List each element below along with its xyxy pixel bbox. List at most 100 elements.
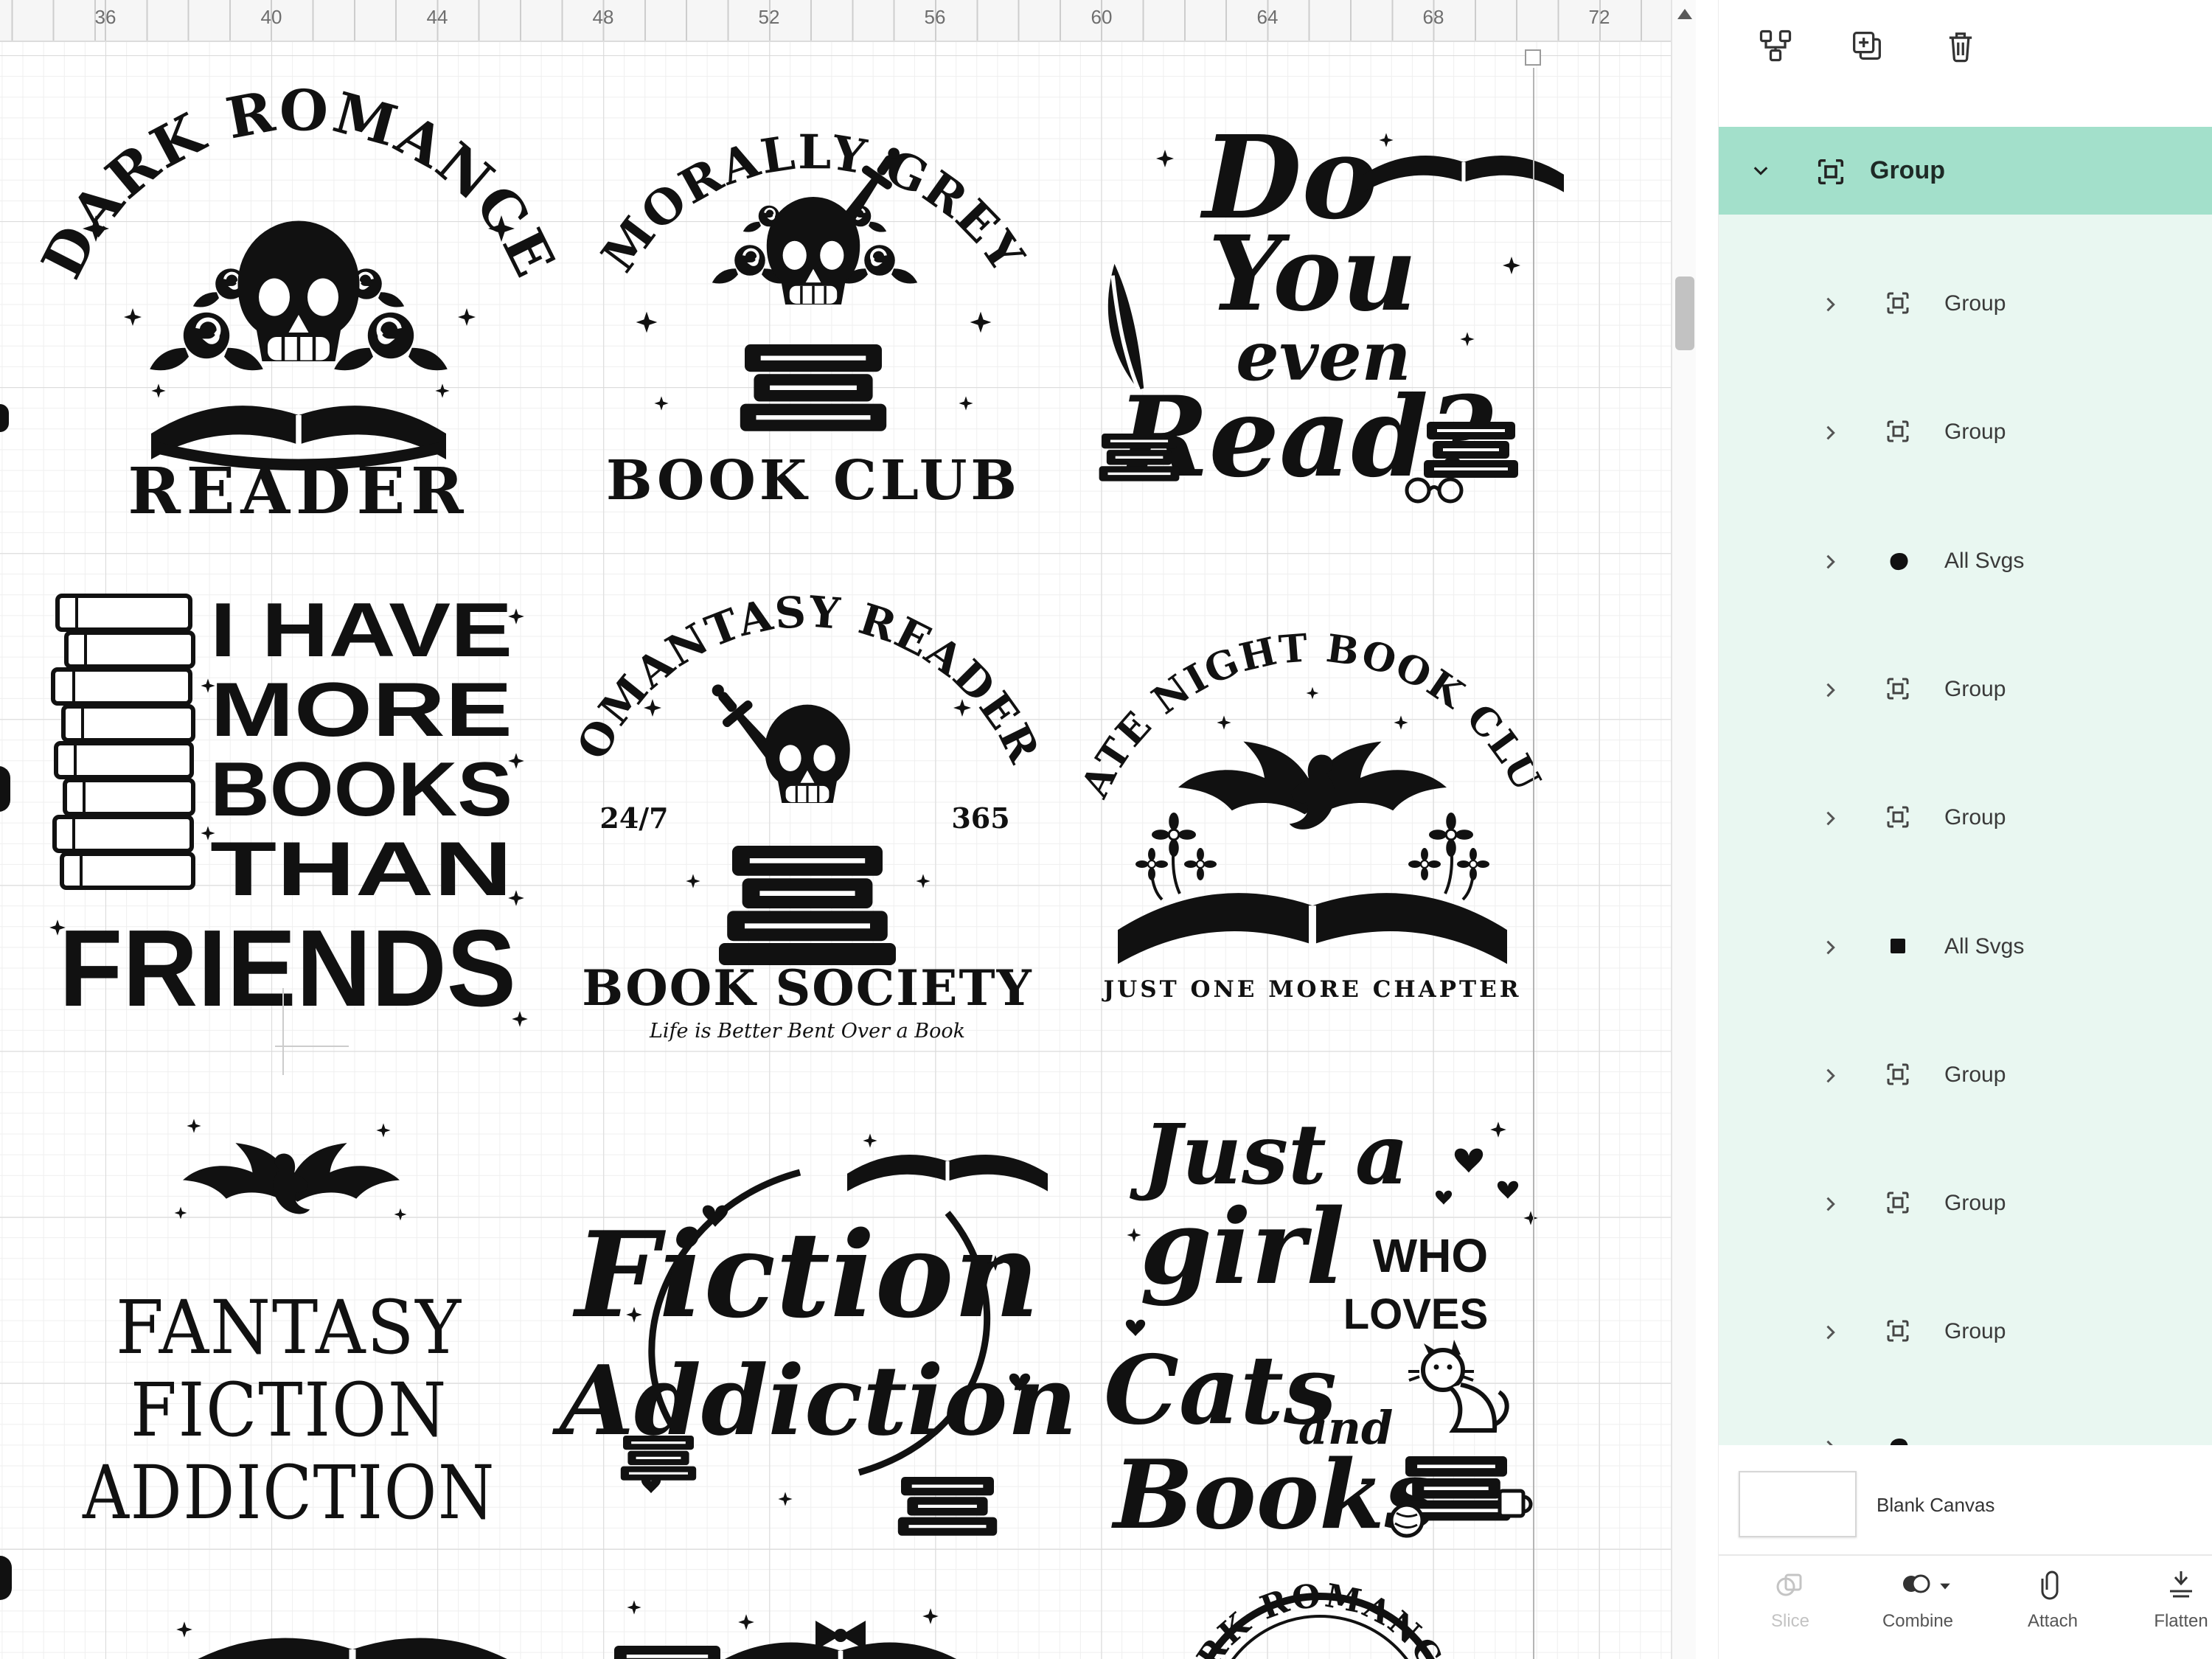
group-objects-icon: [1759, 29, 1792, 62]
ruler-number: 40: [260, 6, 282, 28]
layer-row-group[interactable]: Group: [1719, 274, 2212, 333]
design-word: BOOKS: [210, 747, 512, 832]
design-thumbnail-icon: [1890, 1439, 1908, 1445]
delete-button[interactable]: [1941, 27, 1980, 65]
chevron-right-icon[interactable]: [1820, 1194, 1840, 1214]
caret-down-icon[interactable]: [1938, 1581, 1952, 1591]
design-artwork: Do You even Read?: [1069, 110, 1534, 504]
design-morally-grey-book-club[interactable]: MORALLY GREY BOOK CLUB: [591, 85, 1034, 527]
design-artwork: FANTASY FICTION ADDICTION: [82, 1119, 495, 1536]
design-word: FRIENDS: [59, 908, 516, 1029]
layer-label: All Svgs: [1944, 549, 2025, 573]
open-book-icon: [711, 1642, 970, 1659]
layer-row-group[interactable]: Group: [1719, 1173, 2212, 1232]
duplicate-button[interactable]: [1848, 27, 1886, 65]
design-late-night-book-club[interactable]: LATE NIGHT BOOK CLUB JUST ONE MORE CHAPT…: [1072, 569, 1548, 1018]
layers-panel: Group Group Group All Svgs Group Group A…: [1718, 0, 2212, 1659]
design-more-books-than-friends[interactable]: I HAVE MORE BOOKS THAN FRIENDS: [44, 568, 528, 1036]
design-cats-and-books[interactable]: Just a girl WHO LOVES Cats and Books: [1091, 1084, 1538, 1551]
design-word: WHO: [1373, 1229, 1488, 1282]
group-icon: [1887, 1320, 1909, 1342]
layer-row-group[interactable]: Group: [1719, 402, 2212, 461]
ruler-number: 64: [1256, 6, 1279, 28]
design-word: READER: [128, 454, 469, 529]
design-fantasy-fiction-addiction[interactable]: FANTASY FICTION ADDICTION: [70, 1088, 509, 1541]
design-canvas[interactable]: DARK ROMANCE READER MORALLY GREY BOOK CL…: [0, 42, 1671, 1659]
design-fiction-addiction[interactable]: Fiction Addiction: [552, 1095, 1077, 1537]
group-icon: [1887, 678, 1909, 700]
ruler-number: 56: [924, 6, 946, 28]
design-tagline: Life is Better Bent Over a Book: [649, 1020, 965, 1043]
chevron-right-icon[interactable]: [1820, 423, 1840, 442]
book-stack-icon: [898, 1477, 997, 1536]
chevron-right-icon[interactable]: [1820, 1066, 1840, 1085]
book-stack-icon: [51, 594, 195, 890]
design-word: 365: [951, 801, 1009, 835]
scrollbar-thumb[interactable]: [1675, 276, 1694, 350]
group-objects-button[interactable]: [1756, 27, 1795, 65]
layer-label: All Svgs: [1944, 934, 2025, 959]
skull-icon: [765, 195, 861, 306]
blank-canvas-swatch: [1739, 1471, 1857, 1537]
layer-row-all-svgs[interactable]: All Svgs: [1719, 531, 2212, 590]
panel-bottom-toolbar: Slice Combine Attach Flatten: [1719, 1554, 2212, 1659]
design-word: BOOK CLUB: [606, 449, 1020, 512]
ruler-number: 44: [426, 6, 448, 28]
chevron-right-icon[interactable]: [1820, 1438, 1840, 1445]
app-window: 36 40 44 48 52 56 60 64 68 72 DARK ROMAN…: [0, 0, 2212, 1659]
chevron-down-icon[interactable]: [1751, 161, 1770, 181]
book-stack-icon: [1097, 432, 1181, 483]
layer-row-group[interactable]: Group: [1719, 1301, 2212, 1360]
skull-icon: [763, 703, 852, 804]
sparkle-icons: [1217, 686, 1408, 730]
layer-row-all-svgs[interactable]: All Svgs: [1719, 917, 2212, 975]
design-romantasy-book-society[interactable]: ROMANTASY READERS 24/7 365 BOOK SOCIETY …: [564, 517, 1048, 1047]
design-caption: JUST ONE MORE CHAPTER: [1102, 976, 1522, 1003]
alignment-guide-vertical: [282, 988, 284, 1075]
design-artwork: ROMANTASY READERS 24/7 365 BOOK SOCIETY …: [564, 517, 1048, 1043]
scroll-up-arrow-icon[interactable]: [1677, 9, 1692, 19]
chevron-right-icon[interactable]: [1820, 295, 1840, 314]
yarn-icon: [1389, 1503, 1425, 1538]
design-word: FANTASY: [116, 1284, 462, 1371]
chevron-right-icon[interactable]: [1820, 681, 1840, 700]
selection-handle[interactable]: [1525, 49, 1541, 66]
layer-label: Group: [1944, 420, 2006, 444]
layer-row-group[interactable]: Group: [1719, 1045, 2212, 1104]
attach-icon: [2041, 1571, 2059, 1600]
chevron-right-icon[interactable]: [1820, 938, 1840, 957]
layer-row-clipped[interactable]: [1719, 1416, 2212, 1445]
layer-row-group[interactable]: Group: [1719, 787, 2212, 846]
attach-button[interactable]: Attach: [2008, 1568, 2097, 1632]
partial-designs-bottom[interactable]: RK ROMANC: [0, 1578, 1671, 1659]
chevron-right-icon[interactable]: [1820, 552, 1840, 571]
clipped-design-fragment: [0, 766, 10, 812]
layer-label: Group: [1944, 677, 2006, 701]
design-thumbnail-icon: [1891, 939, 1905, 953]
design-word: 24/7: [599, 801, 668, 835]
trash-icon: [1949, 32, 1972, 63]
chevron-right-icon[interactable]: [1820, 1323, 1840, 1342]
horizontal-ruler: 36 40 44 48 52 56 60 64 68 72: [0, 0, 1671, 42]
combine-button[interactable]: Combine: [1874, 1568, 1962, 1632]
design-thumbnail-icon: [1890, 552, 1908, 571]
canvas-scrollbar[interactable]: [1671, 0, 1696, 1659]
svg-text:RK ROMANC: RK ROMANC: [1190, 1578, 1450, 1659]
flatten-icon: [2170, 1571, 2192, 1598]
combine-label: Combine: [1882, 1611, 1954, 1631]
badge-arc-text: RK ROMANC: [1190, 1578, 1448, 1659]
layer-label: Group: [1944, 291, 2006, 316]
book-stack-icon: [611, 1646, 724, 1659]
flatten-button[interactable]: Flatten: [2137, 1568, 2212, 1632]
design-word: ADDICTION: [82, 1450, 495, 1536]
layer-group-header[interactable]: Group: [1719, 127, 2212, 215]
design-dark-romance-reader[interactable]: DARK ROMANCE READER: [29, 74, 566, 529]
book-stack-icon: [619, 1434, 698, 1482]
slice-button[interactable]: Slice: [1746, 1568, 1834, 1632]
group-icon: [1818, 159, 1844, 185]
chevron-right-icon[interactable]: [1820, 809, 1840, 828]
design-word: BOOK SOCIETY: [582, 959, 1032, 1017]
blank-canvas-row[interactable]: Blank Canvas: [1719, 1458, 2212, 1547]
layer-row-group[interactable]: Group: [1719, 659, 2212, 718]
design-do-you-even-read[interactable]: Do You even Read?: [1069, 88, 1534, 509]
